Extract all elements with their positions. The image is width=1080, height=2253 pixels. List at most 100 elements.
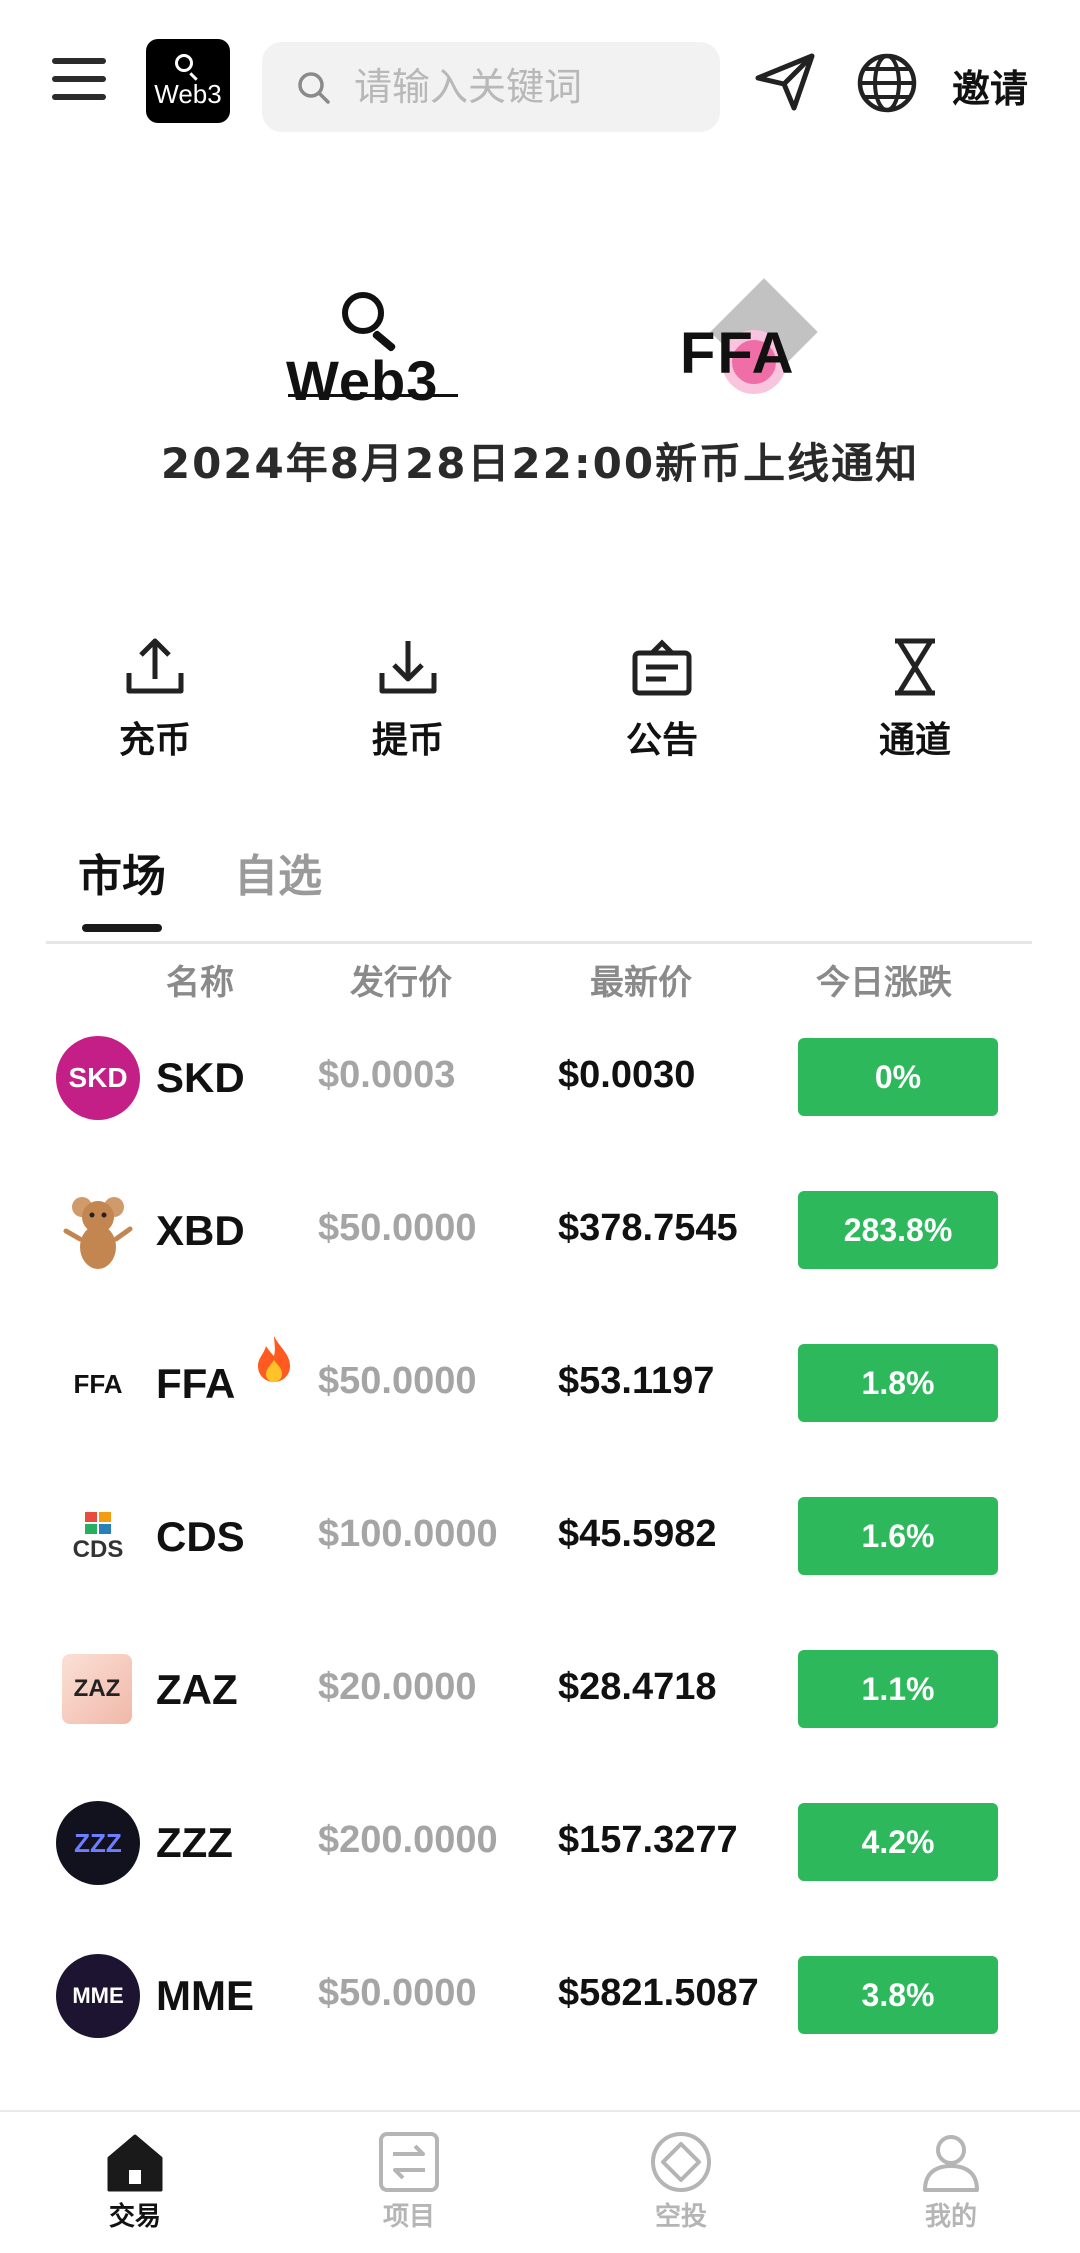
issue-price: $50.0000 (318, 1360, 477, 1402)
change-badge: 3.8% (798, 1956, 998, 2034)
skd-logo: SKD (56, 1036, 140, 1120)
change-badge: 1.8% (798, 1344, 998, 1422)
deposit-label: 充币 (118, 720, 191, 761)
ffa-brand-logo: FFA (680, 278, 840, 400)
coin-name: MME (156, 1972, 254, 2019)
ffa-logo: FFA (56, 1342, 140, 1426)
issue-price: $200.0000 (318, 1819, 498, 1861)
table-row[interactable]: ZZZ ZZZ $200.0000 $157.3277 4.2% (0, 1783, 1080, 1936)
coin-name: FFA (156, 1360, 236, 1407)
tab-indicator (82, 924, 162, 932)
ffa-logo-text: FFA (73, 1368, 123, 1399)
zzz-logo: ZZZ (56, 1801, 140, 1885)
web3-brand-logo: Web3 (280, 290, 460, 412)
market-tabs: 市场 自选 (46, 840, 1032, 944)
withdraw-label: 提币 (371, 720, 444, 761)
header-name: 名称 (166, 963, 234, 1003)
top-bar: Web3 邀请 (0, 0, 1080, 170)
xbd-logo (56, 1189, 140, 1273)
table-row[interactable]: ZAZ ZAZ $20.0000 $28.4718 1.1% (0, 1630, 1080, 1783)
hourglass-icon (895, 638, 935, 696)
latest-price: $0.0030 (558, 1054, 696, 1096)
app-logo-text: Web3 (154, 79, 222, 109)
table-row[interactable]: SKD SKD $0.0003 $0.0030 0% (0, 1018, 1080, 1171)
nav-projects-label: 项目 (382, 2202, 435, 2232)
send-icon[interactable] (752, 48, 818, 114)
nav-airdrop[interactable]: 空投 (611, 2130, 751, 2233)
coin-name: ZZZ (156, 1819, 233, 1866)
web3-brand-text: Web3 (286, 349, 439, 412)
coin-name: SKD (156, 1054, 245, 1101)
announcement-button[interactable]: 公告 (582, 635, 742, 763)
change-badge: 4.2% (798, 1803, 998, 1881)
zzz-logo-text: ZZZ (74, 1827, 122, 1858)
mme-logo-text: MME (72, 1983, 124, 2008)
header-change: 今日涨跌 (816, 963, 952, 1003)
table-row[interactable]: XBD $50.0000 $378.7545 283.8% (0, 1171, 1080, 1324)
download-icon (379, 641, 437, 694)
issue-price: $50.0000 (318, 1972, 477, 2014)
nav-profile-label: 我的 (924, 2202, 977, 2232)
cds-logo: CDS (56, 1495, 140, 1579)
coin-list: SKD SKD $0.0003 $0.0030 0% XBD $50.0000 … (0, 1018, 1080, 2089)
table-row[interactable]: FFA FFA $50.0000 $53.1197 1.8% (0, 1324, 1080, 1477)
skd-logo-text: SKD (68, 1062, 128, 1093)
mme-logo: MME (56, 1954, 140, 2038)
home-icon (107, 2134, 163, 2192)
ffa-brand-text: FFA (680, 321, 796, 386)
invite-button[interactable]: 邀请 (952, 58, 1028, 113)
channel-label: 通道 (878, 720, 951, 761)
cds-logo-text: CDS (72, 1536, 124, 1563)
tab-favorites[interactable]: 自选 (234, 840, 322, 904)
upload-icon (126, 638, 184, 694)
issue-price: $0.0003 (318, 1054, 456, 1096)
change-badge: 0% (798, 1038, 998, 1116)
latest-price: $53.1197 (558, 1360, 715, 1402)
banner-title: 2024年8月28日22:00新币上线通知 (160, 439, 920, 488)
mouse-mascot-icon (63, 1197, 133, 1269)
exchange-icon (379, 2132, 439, 2192)
globe-icon[interactable] (856, 52, 918, 114)
airdrop-icon (651, 2132, 711, 2192)
quick-actions: 充币 提币 公告 通道 (0, 635, 1080, 765)
channel-button[interactable]: 通道 (835, 635, 995, 763)
latest-price: $378.7545 (558, 1207, 738, 1249)
tab-market[interactable]: 市场 (78, 840, 166, 904)
latest-price: $28.4718 (558, 1666, 717, 1708)
issue-price: $20.0000 (318, 1666, 477, 1708)
zaz-logo-text: ZAZ (73, 1675, 121, 1702)
menu-icon[interactable] (52, 58, 106, 104)
deposit-button[interactable]: 充币 (75, 635, 235, 763)
fire-icon (258, 1336, 290, 1382)
nav-airdrop-label: 空投 (654, 2202, 707, 2232)
change-badge: 1.1% (798, 1650, 998, 1728)
zaz-logo: ZAZ (62, 1654, 132, 1724)
header-latest-price: 最新价 (590, 963, 692, 1003)
change-badge: 283.8% (798, 1191, 998, 1269)
withdraw-button[interactable]: 提币 (328, 635, 488, 763)
change-badge: 1.6% (798, 1497, 998, 1575)
table-header: 名称 发行价 最新价 今日涨跌 (0, 955, 1080, 1011)
latest-price: $45.5982 (558, 1513, 717, 1555)
coin-name: XBD (156, 1207, 245, 1254)
search-bar[interactable] (262, 42, 720, 132)
nav-trade-label: 交易 (108, 2202, 161, 2232)
announcement-banner[interactable]: Web3 FFA 2024年8月28日22:00新币上线通知 (0, 270, 1080, 510)
issue-price: $100.0000 (318, 1513, 498, 1555)
latest-price: $157.3277 (558, 1819, 738, 1861)
table-row[interactable]: CDS CDS $100.0000 $45.5982 1.6% (0, 1477, 1080, 1630)
announcement-icon (632, 639, 692, 696)
profile-icon (923, 2135, 979, 2192)
search-icon (298, 72, 330, 104)
latest-price: $5821.5087 (558, 1972, 759, 2014)
coin-name: ZAZ (156, 1666, 238, 1713)
nav-profile[interactable]: 我的 (881, 2130, 1021, 2233)
app-logo[interactable]: Web3 (146, 39, 230, 123)
nav-trade[interactable]: 交易 (65, 2130, 205, 2233)
search-input[interactable] (354, 60, 694, 114)
header-issue-price: 发行价 (350, 963, 452, 1003)
table-row[interactable]: MME MME $50.0000 $5821.5087 3.8% (0, 1936, 1080, 2089)
nav-projects[interactable]: 项目 (339, 2130, 479, 2233)
bottom-navigation: 交易 项目 空投 我的 (0, 2110, 1080, 2253)
issue-price: $50.0000 (318, 1207, 477, 1249)
